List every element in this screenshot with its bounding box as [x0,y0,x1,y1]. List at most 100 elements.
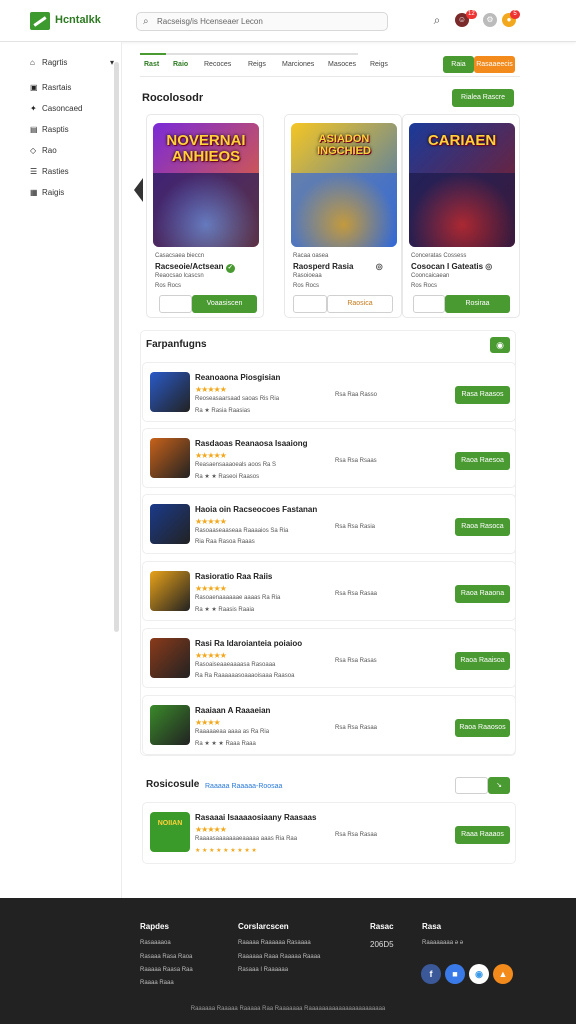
footer-link[interactable]: Rasaaaaoa [140,940,171,946]
row-thumbnail[interactable] [150,571,190,611]
instagram-icon[interactable]: ■ [445,964,465,984]
row-description: Reoseasaarsaad saoas Ris Ria [195,396,280,402]
row-thumbnail[interactable] [150,438,190,478]
row-action-button[interactable]: Rasa Raasos [455,386,510,404]
row-thumbnail[interactable] [150,638,190,678]
game-thumbnail[interactable]: NOVERNAI ANHIEOS [153,123,259,247]
list-row[interactable]: Rasioratio Raa Raiis ★★★★★ Rasoaenaaaaaae … [142,561,516,621]
tab-0[interactable]: Rast [144,61,159,68]
view-toggle-icon[interactable]: ◉ [490,337,510,353]
list-row[interactable]: Rasdaoas Reanaosa Isaaiong ★★★★★ Reasaensa… [142,428,516,488]
row-action-button[interactable]: Raoa Raaona [455,585,510,603]
settings-icon[interactable]: ⚙ [483,13,497,27]
footer-link[interactable]: Raaaaaa Raaa Raaaaa Raaaa [238,954,320,960]
tab-6[interactable]: Reigs [370,61,388,68]
row-action-button[interactable]: Raaa Raaaos [455,826,510,844]
card-title[interactable]: Racseoie/Actsean ✓ [155,262,235,273]
list-row[interactable]: Haoia oin Racseocoes Fastanan ★★★★★ Rasoaa… [142,494,516,554]
carousel-prev-icon[interactable] [134,178,143,202]
primary-tab-button[interactable]: Raia [443,56,474,73]
info-icon: ◎ [485,262,493,271]
row-tags: Ra ★ ★ Raasis Raaia [195,607,255,613]
row-title[interactable]: Rasdaoas Reanaosa Isaaiong [195,439,308,448]
info-icon: ◎ [375,262,383,271]
row-title[interactable]: Raaiaan A Raaaeian [195,706,270,715]
tab-1[interactable]: Raio [173,61,188,68]
search-icon[interactable]: ⌕ [430,13,444,27]
tab-3[interactable]: Reigs [248,61,266,68]
grid-icon: ▣ [30,83,38,92]
game-card-1[interactable]: ASIADON INGCHIED Racaa oasea Raosperd Ra… [284,114,402,318]
card-secondary-button[interactable] [159,295,192,313]
card-category: Conceratas Cossess [411,253,467,259]
row-title[interactable]: Rasi Ra Idaroianteia poiaioo [195,639,302,648]
card-secondary-button[interactable] [293,295,327,313]
next-page-button[interactable]: ↘ [488,777,510,794]
row-title[interactable]: Haoia oin Racseocoes Fastanan [195,505,317,514]
list-row[interactable]: Raaiaan A Raaaeian ★★★★ Raaaaaeaa aaaa as … [142,695,516,755]
sidebar-item-1[interactable]: ▣ Rasrtais [30,81,71,95]
footer-link[interactable]: Raaaaa Raaaaaa Rasaaaa [238,940,311,946]
row-stat: Rsa Rsa Rasaa [335,591,378,597]
prev-page-button[interactable] [455,777,488,794]
share-icon[interactable]: ▲ [493,964,513,984]
footer-link[interactable]: Raaaaa Raasa Raa [140,967,193,973]
card-secondary-button[interactable] [413,295,445,313]
sidebar-scrollbar[interactable] [114,62,119,632]
twitter-icon[interactable]: ◉ [469,964,489,984]
tab-2[interactable]: Recoces [204,61,231,68]
sidebar-item-0[interactable]: ⌂ Ragrtis ▾ [30,56,114,70]
list-row[interactable]: Reanoaona Piosgisian ★★★★★ Reoseasaarsaad … [142,362,516,422]
sidebar-item-label: Casoncaed [42,104,83,113]
card-action-button[interactable]: Voaasiscen [192,295,257,313]
search-input[interactable]: ⌕ Racseisg/is Hcenseaer Lecon [136,12,388,31]
card-action-button[interactable]: Rosiraa [445,295,510,313]
rating-stars: ★★★★★ [195,651,227,660]
rating-stars: ★★★★ [195,718,221,727]
popular-subtitle[interactable]: Raaaaa Raaaaa-Roosaa [205,783,282,790]
rating-stars: ★★★★★ [195,385,227,394]
row-action-button[interactable]: Raoa Rasoca [455,518,510,536]
card-title[interactable]: Cosocan I Gateatis ◎ [411,262,492,271]
tab-5[interactable]: Masoces [328,61,356,68]
game-thumbnail[interactable]: CARIAEN [409,123,515,247]
footer-link[interactable]: Raaaa Raaa [140,980,174,986]
card-action-button[interactable]: Raosica [327,295,393,313]
row-action-button[interactable]: Raoa Raaisoa [455,652,510,670]
popular-title: Rosicosule [146,779,200,790]
row-thumbnail[interactable]: NOIIAN [150,812,190,852]
row-action-button[interactable]: Raoa Raaosos [455,719,510,737]
popular-row[interactable]: NOIIAN Rasaaai Isaaaaosiaany Raasaas ★★★… [142,802,516,864]
see-all-button[interactable]: Rialea Rascre [452,89,514,107]
sidebar-item-5[interactable]: ☰ Rasties [30,165,69,179]
sidebar-item-6[interactable]: ▦ Raigis [30,186,64,200]
brand-name[interactable]: Hcntalkk [55,14,101,26]
row-thumbnail[interactable] [150,504,190,544]
card-title[interactable]: Raosperd Rasia ◎ [293,262,383,271]
row-title[interactable]: Rasioratio Raa Raiis [195,572,272,581]
logo-icon[interactable] [30,12,50,30]
row-description: Rasoaenaaaaaae aaaas Ra Ria [195,595,281,601]
sidebar-item-3[interactable]: ▤ Rasptis [30,123,69,137]
facebook-icon[interactable]: f [421,964,441,984]
sidebar-item-2[interactable]: ✦ Casoncaed [30,102,82,116]
tab-4[interactable]: Marciones [282,61,314,68]
row-title[interactable]: Reanoaona Piosgisian [195,373,280,382]
tab-indicator-track [140,53,358,55]
row-thumbnail[interactable] [150,372,190,412]
card-title-text: Racseoie/Actsean [155,262,224,271]
row-thumbnail[interactable] [150,705,190,745]
sidebar-item-4[interactable]: ◇ Rao [30,144,57,158]
game-card-0[interactable]: NOVERNAI ANHIEOS Casacsaea bieccn Racseo… [146,114,264,318]
footer-link[interactable]: Rasaaa I Raaaaaa [238,967,288,973]
list-row[interactable]: Rasi Ra Idaroianteia poiaioo ★★★★★ Rasoais… [142,628,516,688]
secondary-tab-button[interactable]: Rasaaeecis [474,56,515,73]
thumbnail-title: NOVERNAI ANHIEOS [166,132,246,165]
game-thumbnail[interactable]: ASIADON INGCHIED [291,123,397,247]
game-card-2[interactable]: CARIAEN Conceratas Cossess Cosocan I Gat… [402,114,520,318]
search-icon: ⌕ [143,16,149,27]
row-action-button[interactable]: Raoa Raesoa [455,452,510,470]
row-tags: Ria Raa Rasoa Raaas [195,539,255,545]
row-title[interactable]: Rasaaai Isaaaaosiaany Raasaas [195,813,316,822]
footer-link[interactable]: Rasaaa Rasa Raoa [140,954,192,960]
